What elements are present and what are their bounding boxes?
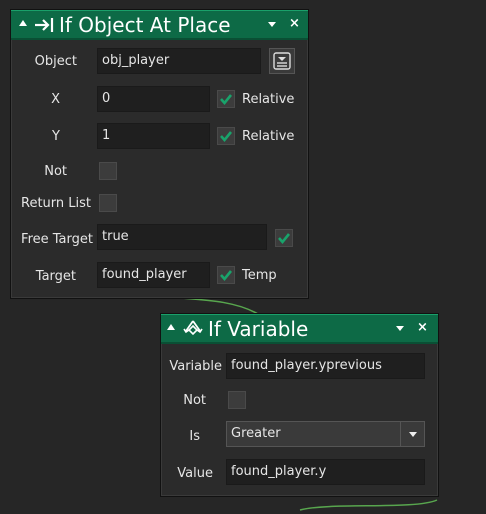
if-object-at-place-panel: If Object At Place × Object obj_player X…	[10, 9, 309, 299]
panel-title: If Variable	[208, 317, 309, 341]
x-relative-checkbox[interactable]	[217, 90, 235, 108]
branch-icon	[183, 319, 203, 343]
return-list-checkbox[interactable]	[99, 194, 117, 212]
close-icon[interactable]: ×	[289, 16, 300, 32]
dropdown-icon[interactable]	[268, 22, 276, 27]
free-target-field[interactable]: true	[97, 224, 267, 250]
return-list-label: Return List	[21, 196, 91, 211]
panel-header[interactable]: If Variable ×	[161, 314, 438, 344]
y-relative-label: Relative	[242, 129, 295, 144]
x-field[interactable]: 0	[97, 86, 210, 112]
is-select[interactable]: Greater	[226, 421, 425, 447]
y-label: Y	[52, 129, 60, 144]
not-label: Not	[183, 393, 206, 408]
target-label: Target	[35, 269, 76, 284]
check-icon	[278, 233, 291, 245]
not-label: Not	[44, 164, 67, 179]
target-temp-label: Temp	[242, 268, 277, 283]
variable-field[interactable]: found_player.yprevious	[226, 353, 425, 379]
target-temp-checkbox[interactable]	[217, 266, 235, 284]
if-variable-panel: If Variable × Variable found_player.ypre…	[160, 313, 439, 497]
y-field[interactable]: 1	[97, 123, 210, 149]
object-picker-icon	[273, 52, 291, 70]
check-icon	[220, 94, 233, 106]
collapse-icon[interactable]	[19, 20, 27, 26]
chevron-down-icon[interactable]	[400, 422, 424, 446]
not-checkbox[interactable]	[99, 162, 117, 180]
is-label: Is	[189, 429, 200, 444]
dropdown-icon[interactable]	[396, 326, 404, 331]
x-relative-label: Relative	[242, 92, 295, 107]
free-target-checkbox[interactable]	[275, 229, 293, 247]
value-label: Value	[177, 466, 213, 481]
variable-label: Variable	[169, 359, 222, 374]
panel-header[interactable]: If Object At Place ×	[11, 10, 308, 40]
y-relative-checkbox[interactable]	[217, 127, 235, 145]
value-field[interactable]: found_player.y	[226, 459, 425, 485]
free-target-label: Free Target	[21, 232, 93, 247]
x-label: X	[51, 92, 60, 107]
object-field[interactable]: obj_player	[97, 48, 261, 74]
check-icon	[220, 131, 233, 143]
check-icon	[220, 270, 233, 282]
not-checkbox[interactable]	[228, 391, 246, 409]
collapse-icon[interactable]	[167, 324, 175, 330]
panel-title: If Object At Place	[59, 13, 231, 37]
object-label: Object	[34, 54, 77, 69]
object-picker-button[interactable]	[269, 48, 295, 74]
close-icon[interactable]: ×	[417, 320, 428, 336]
arrow-to-bar-icon	[33, 16, 55, 38]
is-select-value: Greater	[231, 426, 281, 441]
target-field[interactable]: found_player	[97, 262, 210, 288]
